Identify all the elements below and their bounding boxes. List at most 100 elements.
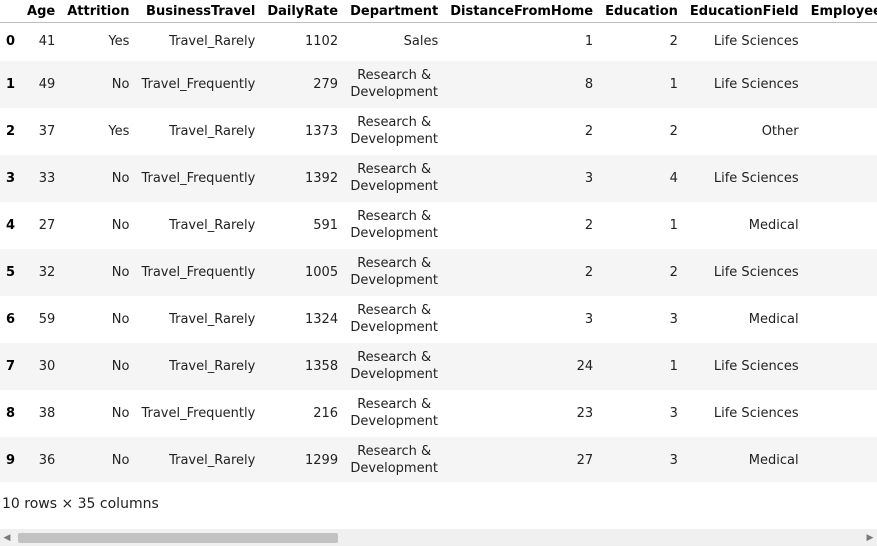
cell-dailyrate: 1299	[261, 436, 345, 482]
cell-distancefromhome: 23	[576, 405, 594, 421]
cell-dailyrate: 279	[261, 60, 345, 108]
header-row: Age Attrition BusinessTravel DailyRate Depar…	[0, 0, 877, 23]
cell-age: 37	[38, 123, 56, 139]
cell-department: Research & Development	[344, 202, 444, 249]
cell-educationfield: Life Sciences	[683, 60, 805, 108]
department-line: Research &	[357, 68, 432, 83]
table-row: 2 37 Yes Travel_Rarely 1373 Research & Develop…	[0, 108, 877, 155]
row-index: 9	[0, 436, 22, 482]
department-line: Research &	[357, 162, 432, 177]
cell-distancefromhome: 3	[584, 311, 594, 327]
cell-employeecount: 1	[805, 23, 877, 61]
cell-educationfield: Life Sciences	[683, 342, 805, 390]
cell-distancefromhome: 8	[444, 60, 600, 108]
department-line: Research &	[357, 256, 432, 271]
cell-attrition: No	[61, 154, 136, 202]
table-row: 8 38 No Travel_Frequently 216 Research & Devel…	[0, 390, 877, 437]
department-line: Development	[350, 273, 438, 288]
cell-businesstravel: Travel_Rarely	[169, 34, 256, 50]
header-education: Education	[599, 0, 684, 23]
cell-age: 38	[38, 405, 56, 421]
cell-educationfield: Life Sciences	[713, 405, 799, 421]
cell-employeecount: 1	[804, 154, 877, 202]
cell-dailyrate: 1392	[261, 154, 345, 202]
header-department: Department	[344, 0, 445, 23]
cell-dailyrate: 1358	[261, 342, 345, 390]
cell-department: Research & Development	[344, 60, 445, 108]
department-line: Development	[350, 414, 438, 429]
cell-dailyrate: 216	[313, 405, 339, 421]
cell-distancefromhome: 27	[444, 436, 600, 482]
header-index	[0, 0, 22, 23]
department-line: Research &	[357, 397, 432, 412]
cell-businesstravel: Travel_Rarely	[135, 436, 262, 482]
cell-distancefromhome: 2	[584, 123, 594, 139]
cell-attrition: No	[61, 342, 136, 390]
cell-department: Research & Development	[344, 296, 444, 343]
cell-educationfield: Life Sciences	[713, 34, 799, 50]
department-line: Development	[350, 179, 438, 194]
header-dailyrate: DailyRate	[261, 0, 345, 23]
cell-education: 1	[599, 60, 684, 108]
cell-employeecount: 1	[804, 60, 877, 108]
department-line: Research &	[357, 444, 432, 459]
dataframe-table: Age Attrition BusinessTravel DailyRate Depar…	[0, 0, 877, 482]
row-index: 3	[0, 154, 22, 202]
row-index: 1	[0, 60, 22, 108]
row-index: 5	[0, 248, 22, 296]
cell-employeecount: 1	[804, 342, 877, 390]
table-row: 1 49 No Travel_Frequently 279 Research & Devel…	[0, 60, 877, 108]
table-row: 7 30 No Travel_Rarely 1358 Research & Developm…	[0, 342, 877, 390]
cell-education: 2	[669, 123, 678, 139]
dataframe-output: Age Attrition BusinessTravel DailyRate Depar…	[0, 0, 877, 547]
cell-employeecount: 1	[805, 202, 877, 249]
department-line: Research &	[357, 350, 432, 365]
cell-department: Research & Development	[344, 342, 445, 390]
table-row: 5 32 No Travel_Frequently 1005 Research & Deve…	[0, 248, 877, 296]
cell-employeecount: 1	[804, 248, 877, 296]
table-row: 0 41 Yes Travel_Rarely 1102 Sales 1 2 Life Scien…	[0, 23, 877, 61]
cell-attrition: No	[61, 60, 136, 108]
cell-employeecount: 1	[804, 436, 877, 482]
header-attrition: Attrition	[61, 0, 136, 23]
department-line: Research &	[357, 303, 432, 318]
table-row: 9 36 No Travel_Rarely 1299 Research & Developm…	[0, 436, 877, 482]
cell-education: 4	[599, 154, 684, 202]
cell-dailyrate: 1324	[305, 311, 339, 327]
cell-education: 1	[669, 217, 678, 233]
header-age: Age	[21, 0, 62, 23]
scrollbar-thumb[interactable]	[18, 533, 338, 543]
cell-distancefromhome: 3	[444, 154, 600, 202]
cell-educationfield: Other	[761, 123, 799, 139]
cell-attrition: Yes	[108, 34, 130, 50]
department-line: Research &	[357, 209, 432, 224]
department-line: Development	[350, 132, 438, 147]
department-line: Development	[350, 226, 438, 241]
cell-education: 2	[599, 248, 684, 296]
cell-dailyrate: 591	[313, 217, 339, 233]
cell-employeecount: 1	[805, 390, 877, 437]
cell-department: Sales	[344, 23, 444, 61]
cell-dailyrate: 1005	[261, 248, 345, 296]
scroll-left-arrow-icon[interactable]: ◀	[0, 529, 14, 546]
cell-age: 32	[21, 248, 62, 296]
cell-education: 3	[599, 436, 684, 482]
row-index: 4	[6, 217, 16, 233]
scroll-right-arrow-icon[interactable]: ▶	[863, 529, 877, 546]
table-row: 4 27 No Travel_Rarely 591 Research & Developme…	[0, 202, 877, 249]
cell-attrition: No	[61, 436, 136, 482]
row-index: 0	[6, 34, 16, 50]
cell-businesstravel: Travel_Rarely	[169, 311, 256, 327]
row-index: 7	[0, 342, 22, 390]
header-distancefromhome: DistanceFromHome	[444, 0, 600, 23]
cell-age: 41	[38, 34, 56, 50]
cell-department: Research & Development	[344, 436, 445, 482]
table-body: 0 41 Yes Travel_Rarely 1102 Sales 1 2 Life Scien…	[0, 23, 877, 482]
cell-educationfield: Medical	[683, 436, 805, 482]
cell-attrition: No	[111, 217, 130, 233]
cell-department: Research & Development	[344, 108, 444, 155]
horizontal-scrollbar[interactable]: ◀ ▶	[0, 529, 877, 546]
cell-department: Research & Development	[344, 390, 444, 437]
department-line: Development	[350, 461, 438, 476]
cell-attrition: No	[111, 405, 130, 421]
